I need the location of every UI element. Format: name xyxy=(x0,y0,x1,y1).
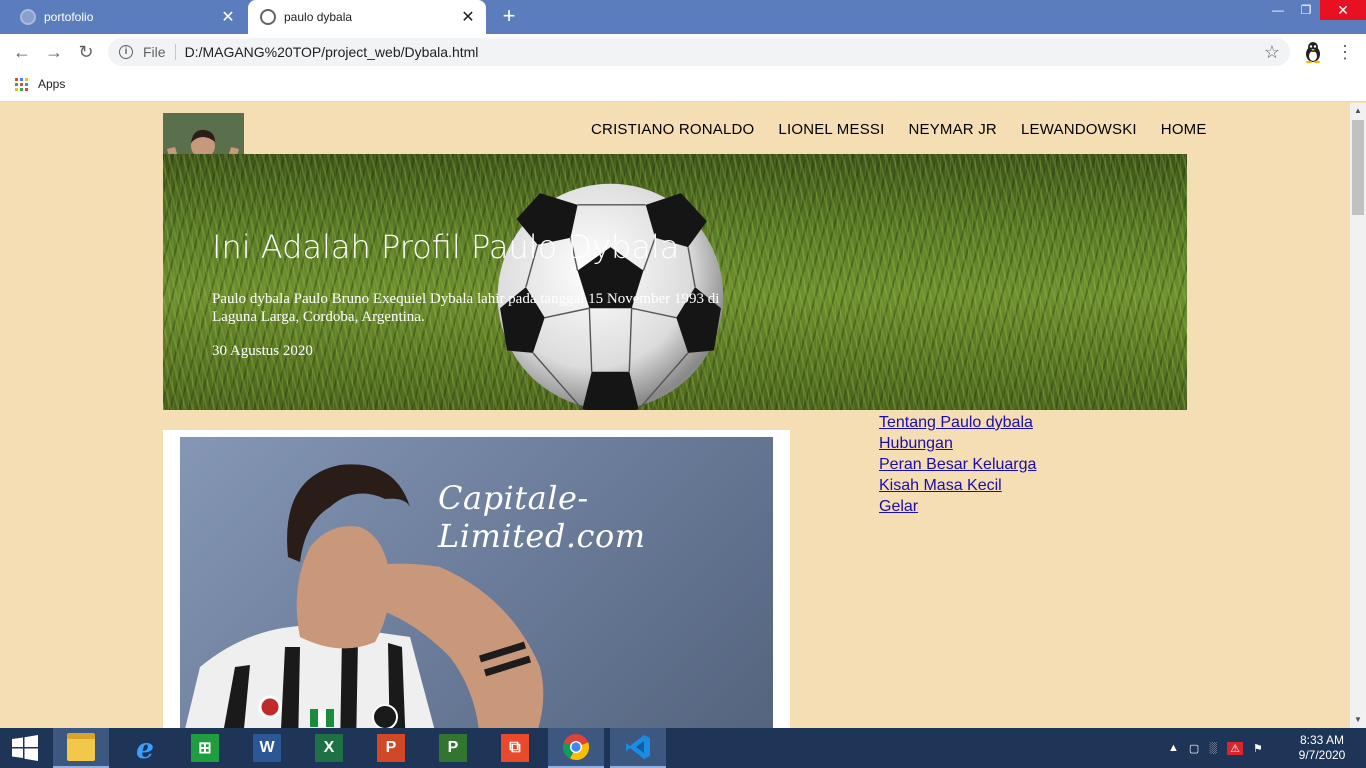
antivirus-icon[interactable]: ⚠ xyxy=(1227,741,1243,755)
tab-title: portofolio xyxy=(44,10,94,24)
internet-explorer-icon: e xyxy=(136,731,154,765)
window-controls: — ❐ ✕ xyxy=(1264,0,1366,20)
taskbar-project[interactable]: P xyxy=(425,728,481,768)
apps-grid-icon xyxy=(15,77,28,91)
browser-toolbar: ← → ↻ i File D:/MAGANG%20TOP/project_web… xyxy=(0,34,1366,70)
photo-watermark: Capitale-Limited.com xyxy=(438,479,646,555)
profile-icon[interactable] xyxy=(1302,41,1324,63)
taskbar-vscode[interactable] xyxy=(610,728,666,768)
taskbar-chrome[interactable] xyxy=(548,728,604,768)
url-text[interactable]: D:/MAGANG%20TOP/project_web/Dybala.html xyxy=(185,44,479,60)
close-icon[interactable]: ✕ xyxy=(458,7,478,27)
device-icon[interactable]: ▢ xyxy=(1189,742,1199,755)
vertical-scrollbar[interactable]: ▲ ▼ xyxy=(1350,103,1366,728)
scheme-label: File xyxy=(143,44,166,60)
hero-description: Paulo dybala Paulo Bruno Exequiel Dybala… xyxy=(212,291,720,325)
minimize-button[interactable]: — xyxy=(1264,0,1292,20)
windows-taskbar: e ⊞ W X P P ⧉ ▲ ▢ ░ ⚠ ⚑ 8:33 AM 9/7/2020 xyxy=(0,728,1366,768)
clock-time: 8:33 AM xyxy=(1299,733,1345,747)
apps-label: Apps xyxy=(38,77,66,91)
taskbar-clock[interactable]: 8:33 AM 9/7/2020 xyxy=(1294,733,1350,763)
office-icon: ⧉ xyxy=(501,734,529,762)
side-link-list: Tentang Paulo dybala Hubungan Peran Besa… xyxy=(879,412,1036,517)
excel-icon: X xyxy=(315,734,343,762)
project-icon: P xyxy=(439,734,467,762)
tab-paulo-dybala[interactable]: paulo dybala ✕ xyxy=(248,0,486,34)
hero-date: 30 Agustus 2020 xyxy=(212,343,313,359)
link-peran-besar-keluarga[interactable]: Peran Besar Keluarga xyxy=(879,454,1036,475)
show-hidden-icons-icon[interactable]: ▲ xyxy=(1168,742,1179,754)
link-kisah-masa-kecil[interactable]: Kisah Masa Kecil xyxy=(879,475,1036,496)
taskbar-excel[interactable]: X xyxy=(301,728,357,768)
windows-logo-icon xyxy=(12,735,38,761)
clock-date: 9/7/2020 xyxy=(1298,748,1346,762)
nav-link-home[interactable]: HOME xyxy=(1161,121,1207,138)
link-gelar[interactable]: Gelar xyxy=(879,496,1036,517)
apps-shortcut[interactable]: Apps xyxy=(15,77,65,91)
powerpoint-icon: P xyxy=(377,734,405,762)
tab-portofolio[interactable]: portofolio ✕ xyxy=(8,0,246,34)
back-button[interactable]: ← xyxy=(10,40,34,64)
tab-strip: portofolio ✕ paulo dybala ✕ + — ❐ ✕ xyxy=(0,0,1366,34)
scroll-up-arrow-icon[interactable]: ▲ xyxy=(1350,103,1366,119)
restore-button[interactable]: ❐ xyxy=(1292,0,1320,20)
hero-title: Ini Adalah Profil Paulo Dybala xyxy=(212,228,680,266)
star-icon[interactable]: ☆ xyxy=(1264,42,1280,63)
bookmarks-bar: Apps xyxy=(0,70,1366,102)
page-viewport: CRISTIANO RONALDO LIONEL MESSI NEYMAR JR… xyxy=(0,103,1350,728)
taskbar-word[interactable]: W xyxy=(239,728,295,768)
nav-link-cristiano-ronaldo[interactable]: CRISTIANO RONALDO xyxy=(591,121,754,138)
scroll-thumb[interactable] xyxy=(1352,120,1364,215)
taskbar-office[interactable]: ⧉ xyxy=(487,728,543,768)
word-icon: W xyxy=(253,734,281,762)
forward-button[interactable]: → xyxy=(42,40,66,64)
divider xyxy=(174,44,176,60)
link-hubungan[interactable]: Hubungan xyxy=(879,433,1036,454)
nav-link-lionel-messi[interactable]: LIONEL MESSI xyxy=(778,121,884,138)
hero-banner: Ini Adalah Profil Paulo Dybala Paulo dyb… xyxy=(163,154,1187,410)
network-icon[interactable]: ░ xyxy=(1209,742,1217,754)
nav-link-lewandowski[interactable]: LEWANDOWSKI xyxy=(1021,121,1137,138)
close-icon[interactable]: ✕ xyxy=(218,7,238,27)
more-menu-icon[interactable]: ⋮ xyxy=(1336,41,1354,63)
chrome-icon xyxy=(562,734,590,761)
notification-flag-icon[interactable]: ⚑ xyxy=(1253,742,1263,755)
store-icon: ⊞ xyxy=(191,734,219,762)
system-tray: ▲ ▢ ░ ⚠ ⚑ xyxy=(1168,728,1263,768)
site-nav: CRISTIANO RONALDO LIONEL MESSI NEYMAR JR… xyxy=(591,121,1207,138)
vscode-icon xyxy=(626,735,650,759)
player-photo: Capitale-Limited.com xyxy=(180,437,773,728)
player-photo-frame: Capitale-Limited.com xyxy=(163,430,790,728)
taskbar-store[interactable]: ⊞ xyxy=(177,728,233,768)
folder-icon xyxy=(67,733,95,761)
globe-icon xyxy=(20,9,36,25)
info-icon[interactable]: i xyxy=(119,45,133,59)
globe-icon xyxy=(260,9,276,25)
link-tentang-paulo-dybala[interactable]: Tentang Paulo dybala xyxy=(879,412,1036,433)
tab-title: paulo dybala xyxy=(284,10,353,24)
address-bar[interactable]: i File D:/MAGANG%20TOP/project_web/Dybal… xyxy=(108,38,1290,66)
nav-link-neymar-jr[interactable]: NEYMAR JR xyxy=(908,121,996,138)
new-tab-button[interactable]: + xyxy=(498,5,520,28)
close-window-button[interactable]: ✕ xyxy=(1320,0,1366,20)
reload-button[interactable]: ↻ xyxy=(74,40,98,64)
scroll-down-arrow-icon[interactable]: ▼ xyxy=(1350,712,1366,728)
taskbar-file-explorer[interactable] xyxy=(53,728,109,768)
taskbar-internet-explorer[interactable]: e xyxy=(117,728,173,768)
taskbar-powerpoint[interactable]: P xyxy=(363,728,419,768)
start-button[interactable] xyxy=(0,728,50,768)
